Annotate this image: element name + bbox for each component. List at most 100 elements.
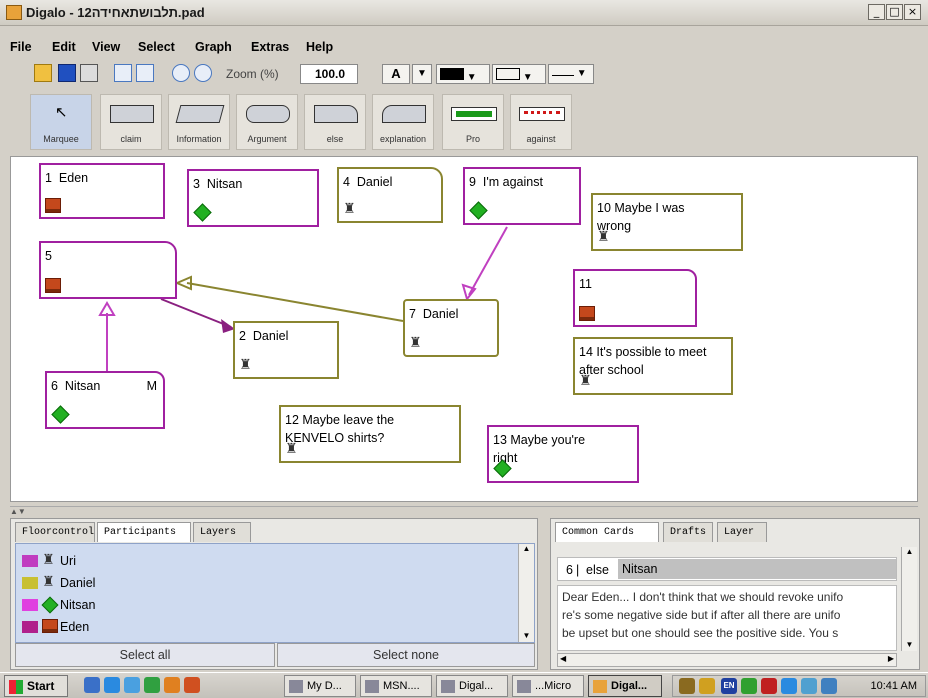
card-text[interactable]: Dear Eden... I don't think that we shoul… [557,585,897,651]
tab-layers[interactable]: Layers [193,522,251,542]
explanation-shape-icon [382,105,426,123]
node-11[interactable]: 11 [573,269,697,327]
menu-edit[interactable]: Edit [52,40,76,54]
node-13[interactable]: 13 Maybe you're right [487,425,639,483]
argument-map-canvas[interactable]: 1 Eden 3 Nitsan 4 Daniel ♜ 9 I'm against… [10,156,918,502]
tray-icon[interactable] [679,678,695,694]
ie-icon[interactable] [104,677,120,693]
system-tray: EN 10:41 AM [672,675,926,697]
menu-view[interactable]: View [92,40,120,54]
gem-icon [193,203,212,222]
tray-icon[interactable] [821,678,837,694]
zoom-out-icon[interactable] [194,64,212,82]
minimize-button[interactable]: _ [868,4,885,20]
card-author: Nitsan [618,559,896,579]
maximize-button[interactable]: □ [886,4,903,20]
select-all-button[interactable]: Select all [15,643,275,667]
outlook-icon[interactable] [124,677,140,693]
link-5-to-2[interactable] [160,298,232,328]
palette-argument[interactable]: Argument [236,94,298,150]
chair-icon: ♜ [579,373,592,389]
node-6[interactable]: 6 Nitsan M [45,371,165,429]
zoom-input[interactable]: 100.0 [300,64,358,84]
node-12[interactable]: 12 Maybe leave the KENVELO shirts? ♜ [279,405,461,463]
line-style-dropdown[interactable]: ▼ [548,64,594,84]
book-icon [45,198,61,213]
font-dropdown-arrow[interactable]: ▼ [412,64,432,84]
palette-against[interactable]: against [510,94,572,150]
palette-information[interactable]: Information [168,94,230,150]
menu-graph[interactable]: Graph [195,40,232,54]
language-indicator[interactable]: EN [721,678,737,694]
participants-scrollbar[interactable]: ▲ ▼ [518,544,534,642]
border-style-dropdown[interactable]: ▼ [492,64,546,84]
palette-else[interactable]: else [304,94,366,150]
task-digalo-1[interactable]: Digal... [436,675,508,697]
link-7-to-5[interactable] [186,282,404,322]
menu-select[interactable]: Select [138,40,175,54]
tray-icon[interactable] [781,678,797,694]
start-button[interactable]: Start [4,675,68,697]
print-icon[interactable] [80,64,98,82]
link-9-to-7[interactable] [468,226,508,296]
node-3[interactable]: 3 Nitsan [187,169,319,227]
tab-participants[interactable]: Participants [97,522,191,542]
tab-drafts[interactable]: Drafts [663,522,713,542]
user-icon: ♜ [42,552,55,568]
select-none-button[interactable]: Select none [277,643,535,667]
node-9[interactable]: 9 I'm against [463,167,581,225]
palette-explanation[interactable]: explanation [372,94,434,150]
menu-extras[interactable]: Extras [251,40,289,54]
windows-logo-icon [9,680,23,694]
fill-color-dropdown[interactable]: ▼ [436,64,490,84]
tray-icon[interactable] [699,678,715,694]
argument-shape-icon [246,105,290,123]
node-14[interactable]: 14 It's possible to meet after school ♜ [573,337,733,395]
split-divider[interactable]: ▲▼ [10,506,918,516]
desktop-icon[interactable] [84,677,100,693]
open-folder-icon[interactable] [34,64,52,82]
node-4[interactable]: 4 Daniel ♜ [337,167,443,223]
chair-icon: ♜ [239,357,252,373]
node-7[interactable]: 7 Daniel ♜ [403,299,499,357]
node-1[interactable]: 1 Eden [39,163,165,219]
card-hscrollbar[interactable]: ◀ ▶ [557,653,897,667]
title-bar: Digalo - 12תלבושתאחידה.pad _ □ × [0,0,928,26]
menu-file[interactable]: File [10,40,32,54]
app-icon [6,5,22,20]
shape-palette: ↖ Marquee claim Information Argument els… [10,94,918,152]
card-scrollbar[interactable]: ▲ ▼ [901,547,917,651]
task-microsoft[interactable]: ...Micro [512,675,584,697]
redo-icon[interactable] [136,64,154,82]
node-5[interactable]: 5 [39,241,177,299]
app-quicklaunch-icon[interactable] [164,677,180,693]
task-my-documents[interactable]: My D... [284,675,356,697]
clock: 10:41 AM [870,680,917,692]
palette-claim[interactable]: claim [100,94,162,150]
undo-icon[interactable] [114,64,132,82]
zoom-in-icon[interactable] [172,64,190,82]
firefox-icon[interactable] [184,677,200,693]
chair-icon: ♜ [285,441,298,457]
chair-icon: ♜ [42,574,55,590]
tray-icon[interactable] [761,678,777,694]
close-button[interactable]: × [904,4,921,20]
tray-icon[interactable] [741,678,757,694]
node-10[interactable]: 10 Maybe I was wrong ♜ [591,193,743,251]
tab-floorcontrol[interactable]: Floorcontrol [15,522,95,542]
palette-pro[interactable]: Pro [442,94,504,150]
palette-marquee[interactable]: ↖ Marquee [30,94,92,150]
node-2[interactable]: 2 Daniel ♜ [233,321,339,379]
media-icon[interactable] [144,677,160,693]
task-msn[interactable]: MSN.... [360,675,432,697]
pointer-icon: ↖ [55,103,68,121]
menu-help[interactable]: Help [306,40,333,54]
tray-icon[interactable] [801,678,817,694]
pro-arrow-icon [456,111,492,117]
tab-layer[interactable]: Layer [717,522,767,542]
save-icon[interactable] [58,64,76,82]
tab-common-cards[interactable]: Common Cards [555,522,659,542]
color-swatch [22,555,38,567]
font-button[interactable]: A [382,64,410,84]
task-digalo-active[interactable]: Digal... [588,675,662,697]
